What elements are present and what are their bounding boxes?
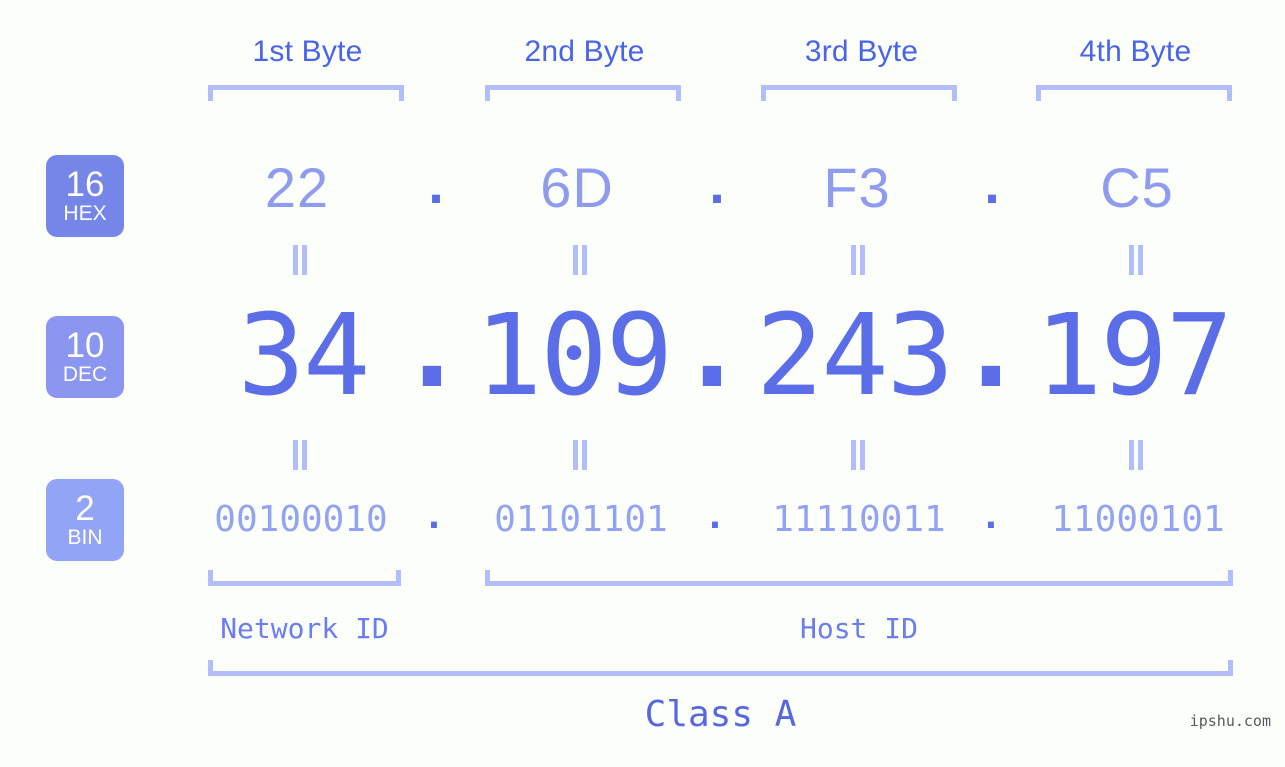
dec-octet-1: 34: [237, 291, 371, 421]
hex-separator-3: .: [984, 152, 1000, 215]
base-badge-dec-number: 10: [65, 326, 105, 365]
byte-header-3: 3rd Byte: [804, 35, 919, 68]
equals-marker-dec-bin-4: [1124, 440, 1148, 470]
equals-marker-dec-bin-1: [288, 440, 312, 470]
equals-bar: [851, 245, 856, 275]
equals-bar: [582, 245, 587, 275]
byte-bracket-2: [485, 85, 681, 101]
equals-bar: [302, 245, 307, 275]
bin-octet-3: 11110011: [772, 499, 946, 540]
equals-marker-dec-bin-2: [568, 440, 592, 470]
equals-bar: [860, 245, 865, 275]
base-badge-bin: 2 BIN: [46, 479, 124, 561]
host-id-label: Host ID: [799, 612, 918, 645]
equals-bar: [293, 245, 298, 275]
hex-octet-3: F3: [823, 156, 891, 219]
bin-octet-2: 01101101: [494, 499, 668, 540]
dec-separator-3: .: [957, 283, 1025, 413]
site-watermark: ipshu.com: [1189, 712, 1271, 730]
bin-separator-3: .: [980, 496, 1002, 537]
dec-octet-3: 243: [755, 291, 954, 421]
byte-bracket-4: [1036, 85, 1232, 101]
byte-bracket-1: [208, 85, 404, 101]
equals-bar: [1129, 440, 1134, 470]
hex-octet-2: 6D: [540, 156, 614, 219]
hex-octet-4: C5: [1100, 156, 1174, 219]
base-badge-hex: 16 HEX: [46, 155, 124, 237]
network-id-label: Network ID: [220, 612, 389, 645]
equals-bar: [1138, 440, 1143, 470]
equals-bar: [851, 440, 856, 470]
hex-octet-1: 22: [264, 156, 330, 219]
ip-breakdown-diagram: 1st Byte 2nd Byte 3rd Byte 4th Byte 16 H…: [0, 0, 1285, 767]
equals-bar: [573, 245, 578, 275]
base-badge-bin-name: BIN: [67, 526, 103, 549]
byte-bracket-3: [761, 85, 957, 101]
base-badge-dec: 10 DEC: [46, 316, 124, 398]
dec-separator-2: .: [678, 283, 746, 413]
class-label: Class A: [644, 694, 797, 735]
equals-bar: [860, 440, 865, 470]
bin-octet-1: 00100010: [214, 499, 388, 540]
equals-bar: [573, 440, 578, 470]
equals-bar: [582, 440, 587, 470]
base-badge-bin-number: 2: [75, 489, 95, 528]
bin-separator-1: .: [423, 496, 445, 537]
class-bracket: [208, 660, 1233, 676]
dec-octet-4: 197: [1034, 291, 1233, 421]
equals-marker-hex-dec-4: [1124, 245, 1148, 275]
base-badge-dec-name: DEC: [62, 363, 108, 386]
bin-separator-2: .: [704, 496, 726, 537]
dec-separator-1: .: [398, 283, 466, 413]
equals-marker-hex-dec-2: [568, 245, 592, 275]
equals-marker-dec-bin-3: [846, 440, 870, 470]
byte-header-4: 4th Byte: [1079, 35, 1192, 68]
bin-octet-4: 11000101: [1051, 499, 1225, 540]
byte-header-1: 1st Byte: [252, 35, 363, 68]
equals-bar: [1129, 245, 1134, 275]
equals-bar: [293, 440, 298, 470]
base-badge-hex-number: 16: [65, 165, 105, 204]
network-id-bracket: [208, 570, 401, 586]
dec-octet-2: 109: [474, 291, 673, 421]
equals-marker-hex-dec-1: [288, 245, 312, 275]
hex-separator-1: .: [428, 152, 444, 215]
base-badge-hex-name: HEX: [63, 202, 107, 225]
hex-separator-2: .: [709, 152, 725, 215]
equals-bar: [1138, 245, 1143, 275]
byte-header-2: 2nd Byte: [524, 35, 645, 68]
host-id-bracket: [485, 570, 1233, 586]
equals-marker-hex-dec-3: [846, 245, 870, 275]
equals-bar: [302, 440, 307, 470]
